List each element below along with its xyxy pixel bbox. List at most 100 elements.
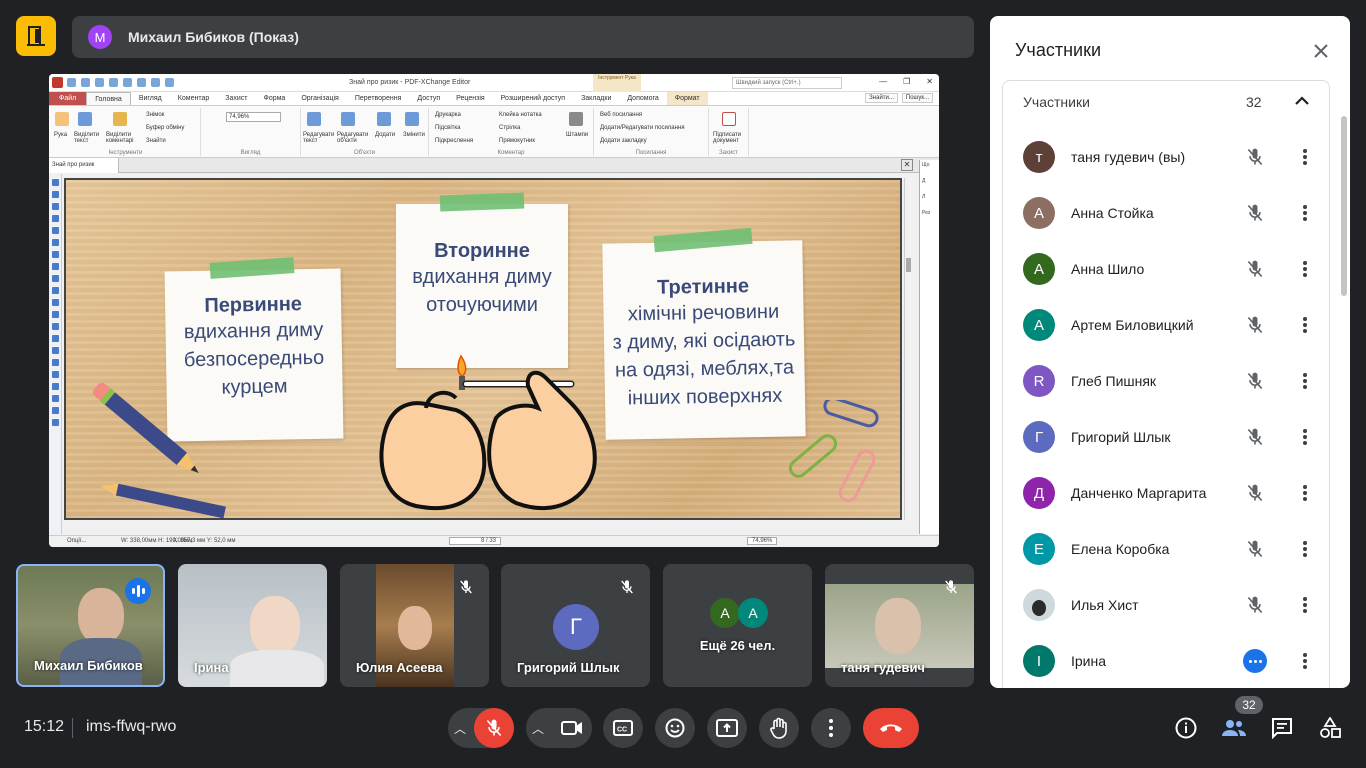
clipboard-button[interactable]: Буфер обміну: [146, 125, 184, 131]
menu-access[interactable]: Доступ: [409, 92, 448, 105]
chat-button[interactable]: [1268, 714, 1296, 742]
participant-row[interactable]: Г Григорий Шлык: [1003, 409, 1329, 465]
participant-more-button[interactable]: [1293, 593, 1317, 617]
add-icon[interactable]: [377, 112, 391, 126]
participant-more-button[interactable]: [1293, 201, 1317, 225]
captions-button[interactable]: CC: [603, 708, 643, 748]
menu-help[interactable]: Допомога: [619, 92, 666, 105]
hand-tool-icon[interactable]: [55, 112, 69, 126]
note-secondary-line: вдихання диму: [412, 266, 552, 288]
menu-organize[interactable]: Організація: [293, 92, 347, 105]
zoom-input[interactable]: 74,96%: [226, 112, 281, 122]
participant-tile[interactable]: Г Григорий Шлык: [501, 564, 650, 687]
participant-more-button[interactable]: [1293, 369, 1317, 393]
status-zoom-input[interactable]: 74,96%: [747, 537, 778, 545]
participants-scrollbar[interactable]: [1341, 116, 1347, 296]
group-view-label: Вигляд: [240, 150, 261, 156]
underline-button[interactable]: Підкреслення: [435, 138, 473, 144]
add-bookmark-button[interactable]: Додати закладку: [600, 138, 647, 144]
meeting-code[interactable]: ims-ffwq-rwo: [86, 718, 176, 736]
meeting-activities-button[interactable]: [16, 16, 56, 56]
select-text-icon[interactable]: [78, 112, 92, 126]
sign-document-label: Підписати документ: [713, 132, 742, 144]
change-icon[interactable]: [405, 112, 419, 126]
participant-row[interactable]: І Ірина: [1003, 633, 1329, 688]
participant-row[interactable]: Илья Хист: [1003, 577, 1329, 633]
more-participants-tile[interactable]: А А Ещё 26 чел.: [663, 564, 812, 687]
present-screen-button[interactable]: [707, 708, 747, 748]
toggle-camera-button[interactable]: [552, 708, 592, 748]
typewriter-button[interactable]: Друкарка: [435, 112, 461, 118]
participant-tile[interactable]: Юлия Асеева: [340, 564, 489, 687]
sticky-note-button[interactable]: Клейка нотатка: [499, 112, 542, 118]
participant-more-button[interactable]: [1293, 257, 1317, 281]
speaking-indicator-icon: [125, 578, 151, 604]
menu-format[interactable]: Формат: [666, 92, 708, 105]
maximize-icon[interactable]: ❐: [903, 77, 910, 86]
close-icon[interactable]: ✕: [926, 77, 933, 86]
edit-text-icon[interactable]: [307, 112, 321, 126]
menu-protect[interactable]: Захист: [217, 92, 255, 105]
close-document-icon[interactable]: ✕: [901, 159, 913, 171]
participant-more-button[interactable]: [1293, 537, 1317, 561]
menu-comment[interactable]: Коментар: [170, 92, 217, 105]
page-number-input[interactable]: 8 / 33: [449, 537, 501, 545]
status-options[interactable]: Опції...: [67, 538, 86, 544]
participant-row[interactable]: R Глеб Пишняк: [1003, 353, 1329, 409]
snapshot-button[interactable]: Знімок: [146, 112, 164, 118]
select-comments-icon[interactable]: [113, 112, 127, 126]
participant-more-button[interactable]: [1293, 425, 1317, 449]
document-vertical-scrollbar[interactable]: [904, 178, 912, 520]
participant-more-button[interactable]: [1293, 649, 1317, 673]
menu-extended-access[interactable]: Розширений доступ: [493, 92, 573, 105]
group-tools-label: Інструменти: [108, 150, 143, 156]
participant-row[interactable]: Е Елена Коробка: [1003, 521, 1329, 577]
participant-row[interactable]: Д Данченко Маргарита: [1003, 465, 1329, 521]
stamp-icon[interactable]: [569, 112, 583, 126]
close-panel-button[interactable]: [1308, 38, 1334, 64]
ribbon-group-comments: Друкарка Підсвітка Підкреслення Клейка н…: [429, 108, 594, 156]
reactions-button[interactable]: [655, 708, 695, 748]
sign-document-icon[interactable]: [722, 112, 736, 126]
meeting-details-button[interactable]: [1172, 714, 1200, 742]
participant-more-button[interactable]: [1293, 481, 1317, 505]
menu-bookmarks[interactable]: Закладки: [573, 92, 619, 105]
menu-home[interactable]: Головна: [86, 92, 131, 105]
arrow-button[interactable]: Стрілка: [499, 125, 520, 131]
mic-options-chevron-icon[interactable]: ︿: [454, 720, 466, 737]
rectangle-button[interactable]: Прямокутник: [499, 138, 535, 144]
camera-options-chevron-icon[interactable]: ︿: [532, 720, 544, 737]
toggle-mic-button[interactable]: [474, 708, 514, 748]
add-edit-links-button[interactable]: Додати/Редагувати посилання: [600, 125, 685, 131]
menu-file[interactable]: Файл: [49, 92, 87, 105]
menu-form[interactable]: Форма: [256, 92, 294, 105]
raise-hand-button[interactable]: [759, 708, 799, 748]
leave-call-button[interactable]: [863, 708, 919, 748]
participant-tile[interactable]: таня гудевич: [825, 564, 974, 687]
minimize-icon[interactable]: —: [879, 77, 887, 86]
participant-row[interactable]: А Анна Стойка: [1003, 185, 1329, 241]
participant-more-button[interactable]: [1293, 145, 1317, 169]
web-links-button[interactable]: Веб посилання: [600, 112, 642, 118]
document-tab[interactable]: Знай про ризик: [49, 158, 119, 173]
participant-tile[interactable]: Михаил Бибиков: [16, 564, 165, 687]
quick-search-input[interactable]: Швидкий запуск (Ctrl+.): [732, 77, 842, 89]
menu-convert[interactable]: Перетворення: [347, 92, 410, 105]
search-button[interactable]: Пошук...: [901, 93, 933, 103]
participant-more-button[interactable]: [1293, 313, 1317, 337]
participant-row[interactable]: А Артем Биловицкий: [1003, 297, 1329, 353]
participants-section-header[interactable]: Участники 32: [1003, 81, 1329, 121]
participants-button[interactable]: [1220, 714, 1248, 742]
menu-view[interactable]: Вигляд: [131, 92, 170, 105]
edit-objects-icon[interactable]: [341, 112, 355, 126]
highlight-button[interactable]: Підсвітка: [435, 125, 461, 131]
participant-row[interactable]: А Анна Шило: [1003, 241, 1329, 297]
find-tool-button[interactable]: Знайти: [146, 138, 166, 144]
find-button[interactable]: Знайти...: [865, 93, 898, 103]
more-options-button[interactable]: [811, 708, 851, 748]
activities-button[interactable]: [1316, 714, 1344, 742]
menu-review[interactable]: Рецензія: [448, 92, 493, 105]
participant-row[interactable]: т таня гудевич (вы): [1003, 129, 1329, 185]
participant-tile[interactable]: Ірина: [178, 564, 327, 687]
participant-avatar: Г: [553, 604, 599, 650]
